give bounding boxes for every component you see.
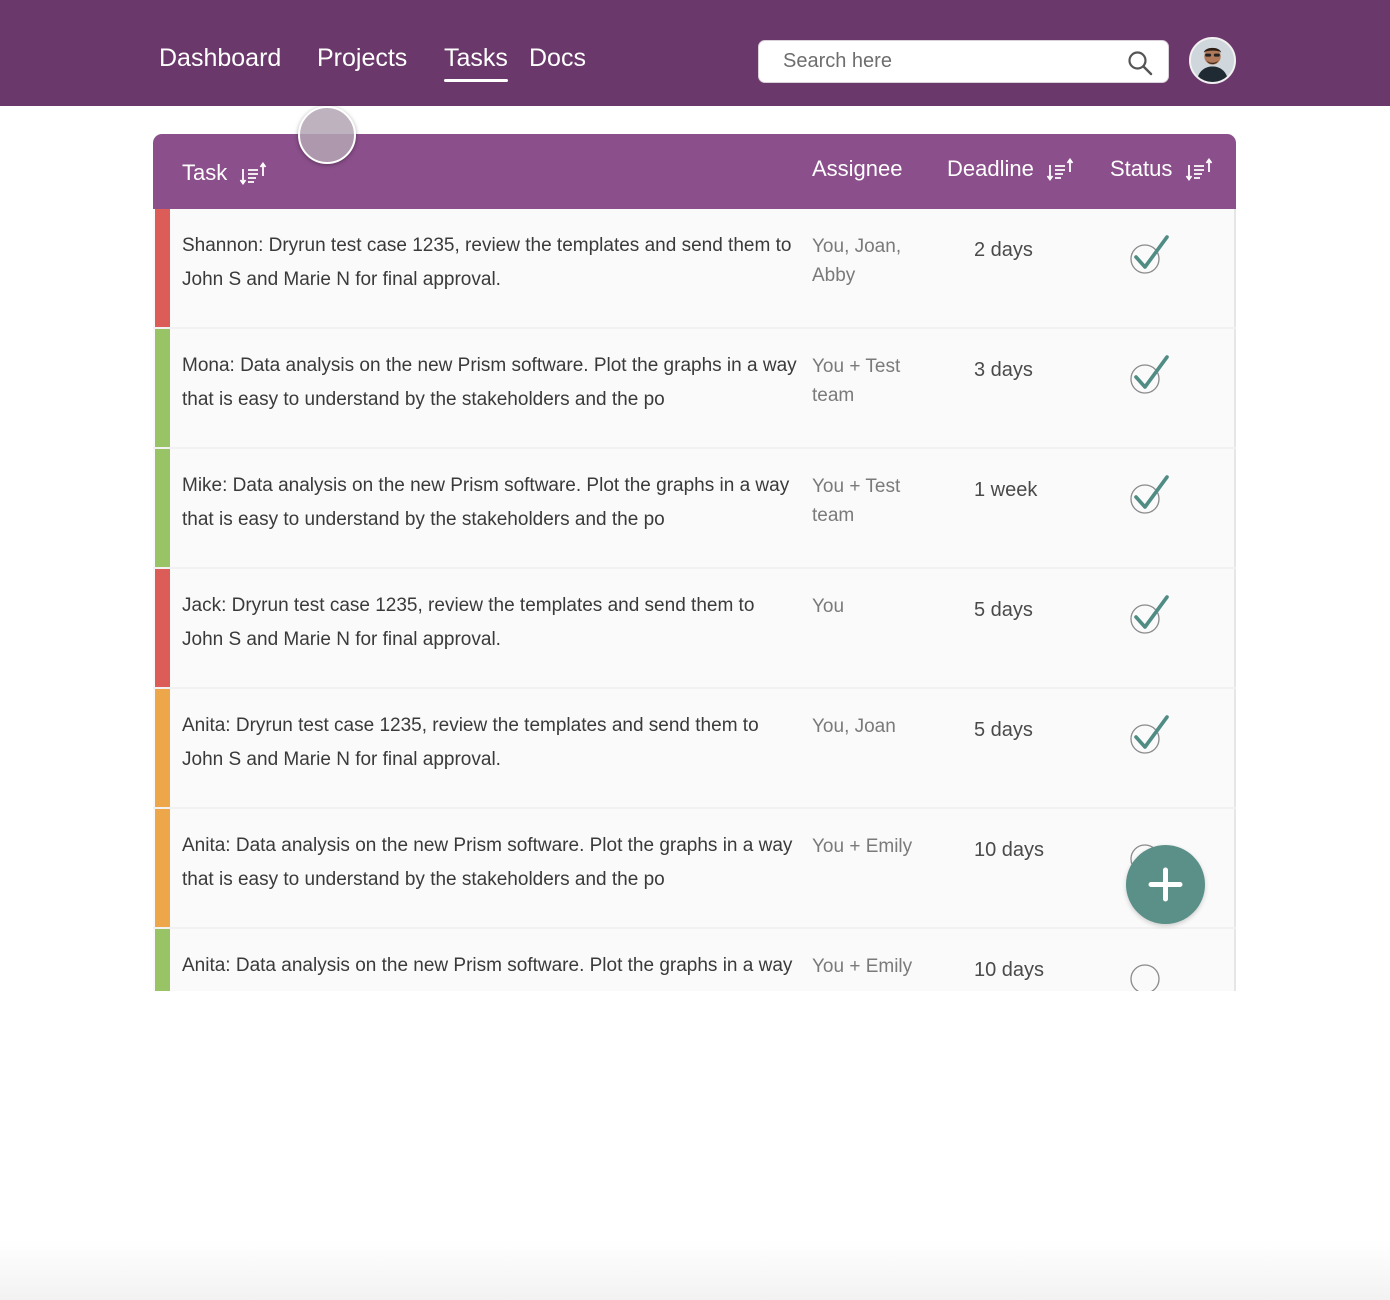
column-header-status[interactable]: Status	[1110, 156, 1213, 182]
task-description: Shannon: Dryrun test case 1235, review t…	[182, 235, 792, 290]
search-input[interactable]	[783, 41, 1113, 82]
status-checkmark-icon[interactable]	[1127, 233, 1179, 277]
column-header-assignee[interactable]: Assignee	[812, 156, 903, 182]
column-label: Status	[1110, 156, 1173, 181]
column-label: Deadline	[947, 156, 1034, 181]
top-navigation-bar: Dashboard Projects Tasks Docs	[0, 0, 1390, 106]
table-row[interactable]: Mona: Data analysis on the new Prism sof…	[153, 329, 1236, 447]
search-icon[interactable]	[1127, 50, 1153, 76]
task-description: Mona: Data analysis on the new Prism sof…	[182, 355, 797, 410]
table-row[interactable]: Anita: Data analysis on the new Prism so…	[153, 929, 1236, 991]
nav-dashboard[interactable]: Dashboard	[159, 44, 281, 73]
table-row[interactable]: Anita: Dryrun test case 1235, review the…	[153, 689, 1236, 807]
status-checkmark-icon[interactable]	[1127, 593, 1179, 637]
status-circle-icon[interactable]	[1127, 953, 1179, 991]
touch-cursor-indicator	[298, 106, 356, 164]
plus-icon	[1148, 867, 1183, 902]
task-assignee: You + Test team	[812, 356, 901, 406]
task-deadline: 1 week	[974, 479, 1038, 501]
status-checkmark-icon[interactable]	[1127, 713, 1179, 757]
table-row[interactable]: Shannon: Dryrun test case 1235, review t…	[153, 209, 1236, 327]
priority-color-bar	[155, 329, 170, 447]
task-assignee: You, Joan, Abby	[812, 236, 902, 286]
priority-color-bar	[155, 569, 170, 687]
task-deadline: 5 days	[974, 599, 1033, 621]
task-description: Anita: Dryrun test case 1235, review the…	[182, 715, 759, 770]
priority-color-bar	[155, 689, 170, 807]
user-avatar[interactable]	[1189, 37, 1236, 84]
column-header-task[interactable]: Task	[182, 160, 267, 186]
task-description: Mike: Data analysis on the new Prism sof…	[182, 475, 790, 530]
column-label: Task	[182, 160, 228, 185]
task-deadline: 10 days	[974, 839, 1045, 861]
task-assignee: You + Emily	[812, 836, 913, 857]
column-header-deadline[interactable]: Deadline	[947, 156, 1074, 182]
priority-color-bar	[155, 209, 170, 327]
nav-docs[interactable]: Docs	[529, 44, 586, 73]
search-box[interactable]	[758, 40, 1169, 83]
task-description: Anita: Data analysis on the new Prism so…	[182, 955, 793, 991]
table-row[interactable]: Anita: Data analysis on the new Prism so…	[153, 809, 1236, 927]
task-deadline: 10 days	[974, 959, 1045, 981]
table-row[interactable]: Jack: Dryrun test case 1235, review the …	[153, 569, 1236, 687]
priority-color-bar	[155, 449, 170, 567]
sort-icon[interactable]	[1046, 158, 1074, 182]
sort-icon[interactable]	[1185, 158, 1213, 182]
task-description: Anita: Data analysis on the new Prism so…	[182, 835, 793, 890]
status-checkmark-icon[interactable]	[1127, 473, 1179, 517]
priority-color-bar	[155, 809, 170, 927]
task-assignee: You	[812, 596, 845, 617]
task-deadline: 5 days	[974, 719, 1033, 741]
add-task-button[interactable]	[1126, 845, 1205, 924]
task-deadline: 3 days	[974, 359, 1033, 381]
task-assignee: You + Test team	[812, 476, 901, 526]
tasks-table: Task Assignee Deadline Status Shannon: D…	[153, 134, 1236, 991]
table-row[interactable]: Mike: Data analysis on the new Prism sof…	[153, 449, 1236, 567]
task-assignee: You, Joan	[812, 716, 896, 737]
nav-projects[interactable]: Projects	[317, 44, 407, 73]
task-assignee: You + Emily	[812, 956, 913, 977]
task-deadline: 2 days	[974, 239, 1033, 261]
bottom-edge	[0, 1240, 1390, 1300]
avatar-person-icon	[1191, 39, 1234, 82]
status-checkmark-icon[interactable]	[1127, 353, 1179, 397]
sort-icon[interactable]	[239, 162, 267, 186]
task-description: Jack: Dryrun test case 1235, review the …	[182, 595, 755, 650]
priority-color-bar	[155, 929, 170, 991]
nav-tasks[interactable]: Tasks	[444, 44, 508, 82]
